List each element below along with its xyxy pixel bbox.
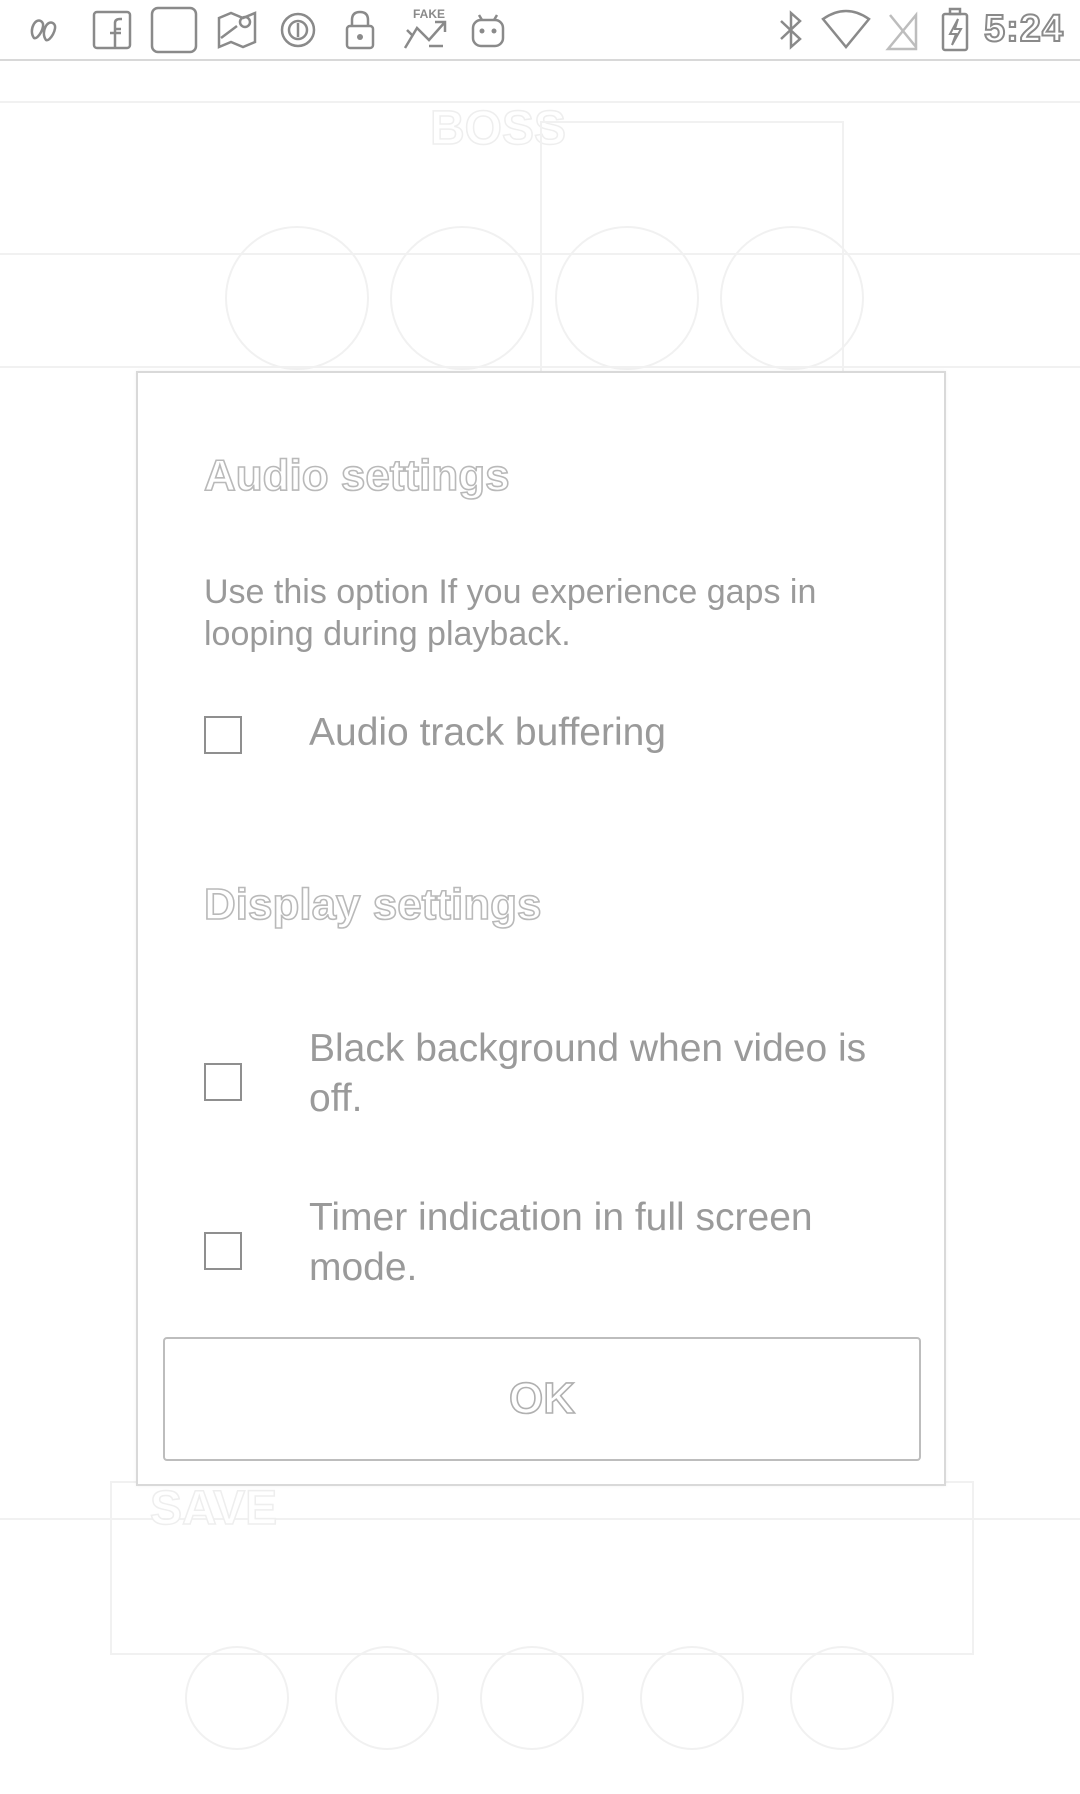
bluetooth-icon — [774, 8, 808, 52]
ok-button[interactable]: OK — [163, 1337, 921, 1461]
blank-square-icon — [148, 6, 200, 54]
clock-time: 5:24 — [983, 7, 1064, 51]
background-knob — [225, 226, 369, 370]
status-bar: FAKE 5:24 — [0, 0, 1080, 61]
black-background-checkbox[interactable] — [204, 1063, 242, 1101]
timer-indication-checkbox[interactable] — [204, 1232, 242, 1270]
fake-gps-icon: FAKE — [398, 7, 452, 52]
background-knob — [720, 226, 864, 370]
audio-track-buffering-option[interactable]: Audio track buffering — [204, 708, 904, 768]
no-sim-icon — [882, 8, 922, 52]
link-icon — [22, 8, 70, 52]
black-background-label: Black background when video is off. — [309, 1027, 867, 1120]
timer-indication-label: Timer indication in full screen mode. — [309, 1196, 813, 1289]
background-footer — [110, 1481, 974, 1655]
black-background-option[interactable]: Black background when video is off. — [204, 1024, 904, 1124]
battery-charging-icon — [935, 7, 975, 52]
display-settings-title: Display settings — [203, 879, 542, 930]
background-pedal — [790, 1646, 894, 1750]
background-pedal — [640, 1646, 744, 1750]
audio-track-buffering-label: Audio track buffering — [309, 711, 666, 754]
background-pedal — [185, 1646, 289, 1750]
facebook-icon — [88, 8, 136, 52]
lock-icon — [340, 8, 380, 52]
timer-indication-option[interactable]: Timer indication in full screen mode. — [204, 1193, 904, 1293]
android-icon — [466, 8, 510, 52]
circle-app-icon — [276, 8, 320, 52]
svg-text:FAKE: FAKE — [413, 7, 445, 21]
background-knob — [390, 226, 534, 370]
wifi-icon — [818, 8, 874, 52]
background-pedal — [335, 1646, 439, 1750]
settings-dialog: Audio settings Use this option If you ex… — [136, 371, 946, 1486]
maps-icon — [213, 8, 261, 52]
audio-track-buffering-checkbox[interactable] — [204, 716, 242, 754]
background-pedal — [480, 1646, 584, 1750]
ok-button-label: OK — [508, 1373, 576, 1424]
audio-settings-title: Audio settings — [203, 450, 510, 501]
background-knob — [555, 226, 699, 370]
audio-settings-description: Use this option If you experience gaps i… — [204, 573, 817, 653]
